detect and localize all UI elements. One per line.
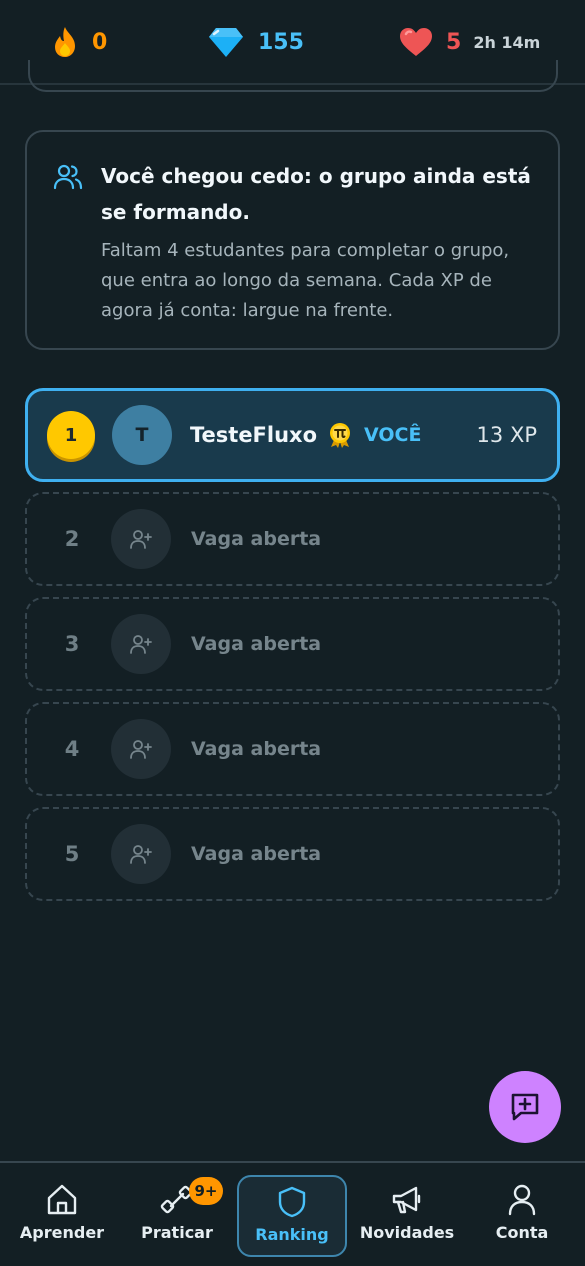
hearts-count: 5: [446, 29, 462, 55]
user-name: TesteFluxo: [190, 423, 318, 447]
gem-icon: [209, 28, 243, 57]
nav-label: Novidades: [359, 1223, 455, 1242]
open-slot-label: Vaga aberta: [191, 843, 322, 865]
chat-plus-icon: [511, 1093, 539, 1121]
open-slot-label: Vaga aberta: [191, 633, 322, 655]
hearts-counter[interactable]: 5 2h 14m: [398, 24, 540, 60]
avatar-placeholder: [111, 614, 171, 674]
nav-label: Aprender: [19, 1223, 105, 1242]
leaderboard-row-open: 4 Vaga aberta: [25, 702, 560, 796]
gems-count: 155: [258, 29, 304, 55]
previous-card-edge: [28, 60, 558, 92]
heart-icon: [400, 28, 432, 56]
streak-count: 0: [92, 29, 108, 55]
user-plus-icon: [130, 740, 152, 759]
user-icon: [508, 1184, 536, 1216]
leaderboard-row-me[interactable]: 1 T TesteFluxo VOCÊ 13 XP: [25, 388, 560, 482]
streak-counter[interactable]: 0: [52, 24, 107, 60]
new-message-button[interactable]: [489, 1071, 561, 1143]
nav-novidades[interactable]: Novidades: [352, 1175, 462, 1257]
megaphone-icon: [392, 1186, 421, 1214]
avatar-placeholder: [111, 824, 171, 884]
info-text: Faltam 4 estudantes para completar o gru…: [101, 240, 510, 321]
home-icon: [47, 1184, 77, 1215]
rank-number: 5: [64, 842, 80, 866]
nav-label: Praticar: [141, 1223, 213, 1242]
gems-counter[interactable]: 155: [208, 24, 304, 60]
flame-icon: [55, 27, 75, 57]
rank-number: 4: [64, 737, 80, 761]
nav-label: Conta: [495, 1223, 549, 1242]
nav-aprender[interactable]: Aprender: [7, 1175, 117, 1257]
nav-ranking[interactable]: Ranking: [237, 1175, 347, 1257]
nav-conta[interactable]: Conta: [467, 1175, 577, 1257]
user-plus-icon: [130, 530, 152, 549]
open-slot-label: Vaga aberta: [191, 528, 322, 550]
pi-medal-icon: [330, 423, 350, 448]
leaderboard-row-open: 3 Vaga aberta: [25, 597, 560, 691]
leaderboard-row-open: 5 Vaga aberta: [25, 807, 560, 901]
you-tag: VOCÊ: [364, 424, 422, 446]
notification-badge: 9+: [189, 1177, 223, 1205]
leaderboard-row-open: 2 Vaga aberta: [25, 492, 560, 586]
users-icon: [53, 164, 83, 190]
avatar-placeholder: [111, 509, 171, 569]
group-forming-card: Você chegou cedo: o grupo ainda está se …: [25, 130, 560, 350]
nav-praticar[interactable]: 9+ Praticar: [122, 1175, 232, 1257]
rank-number: 2: [64, 527, 80, 551]
info-title: Você chegou cedo: o grupo ainda está se …: [101, 164, 531, 224]
avatar[interactable]: T: [112, 405, 172, 465]
rank-badge: 1: [47, 411, 95, 459]
heart-refill-timer: 2h 14m: [473, 32, 541, 52]
open-slot-label: Vaga aberta: [191, 738, 322, 760]
nav-label: Ranking: [255, 1225, 329, 1244]
avatar-placeholder: [111, 719, 171, 779]
user-plus-icon: [130, 635, 152, 654]
shield-icon: [278, 1186, 306, 1218]
bottom-navigation: Aprender 9+ Praticar Ranking Novidades C…: [0, 1161, 585, 1266]
user-plus-icon: [130, 845, 152, 864]
xp-value: 13 XP: [476, 423, 537, 447]
rank-number: 3: [64, 632, 80, 656]
